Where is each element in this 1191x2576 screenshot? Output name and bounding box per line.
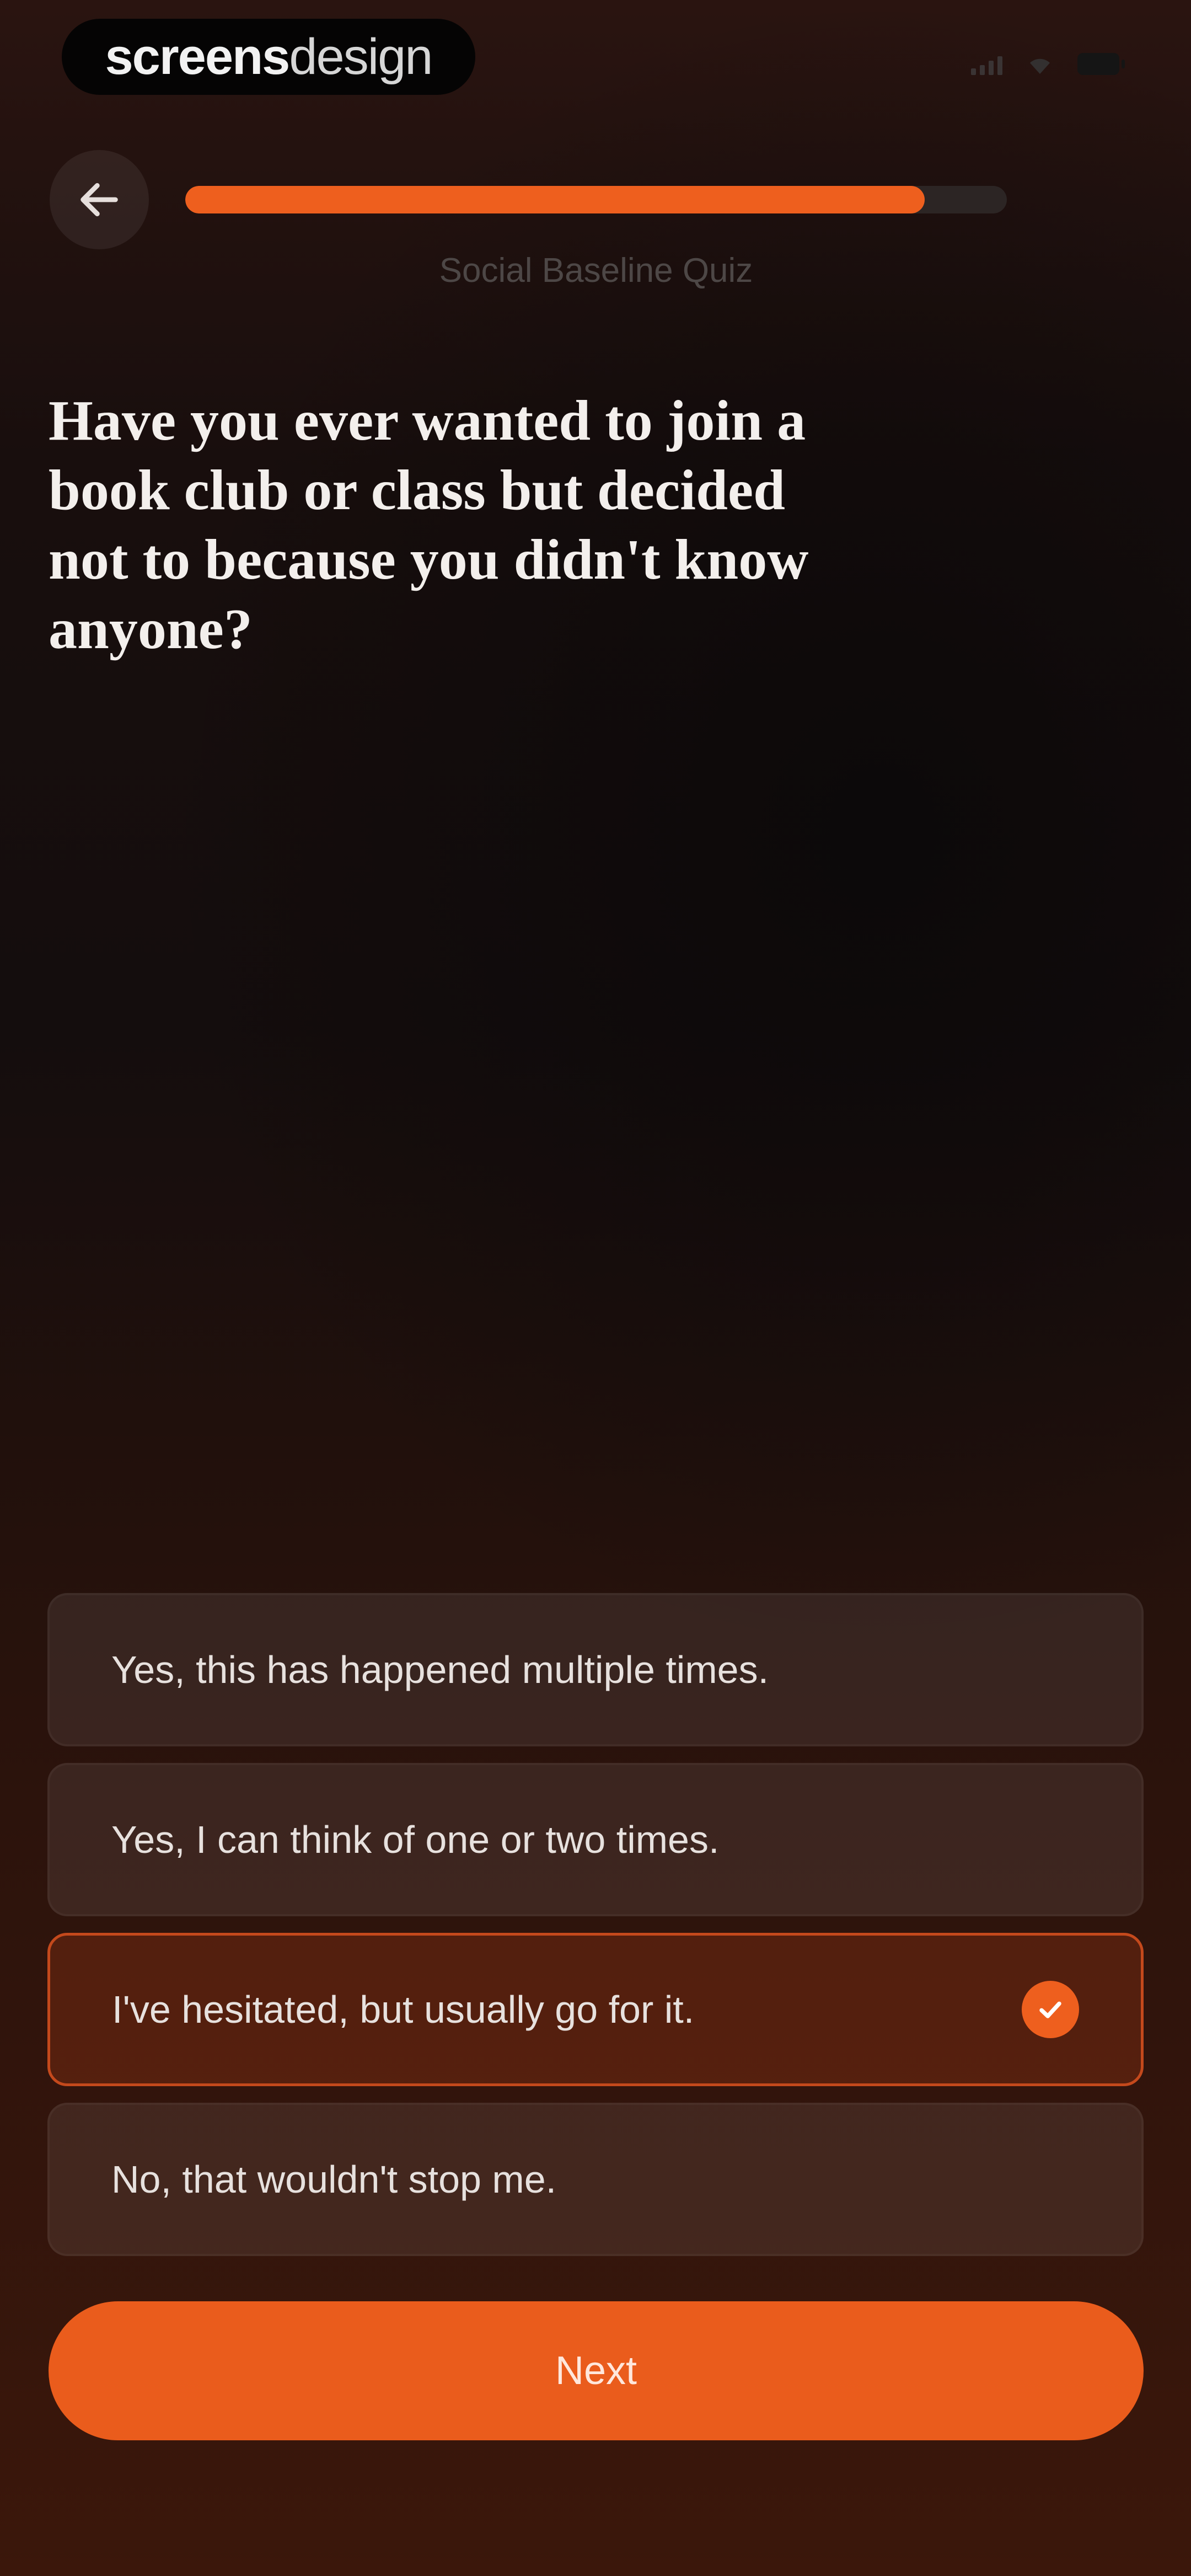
option-hesitated[interactable]: I've hesitated, but usually go for it. [47,1933,1144,2086]
status-icons [971,53,1125,75]
back-button[interactable] [50,150,149,249]
wifi-icon [1027,55,1053,75]
progress-bar-fill [185,186,925,213]
option-label: I've hesitated, but usually go for it. [112,1988,695,2031]
battery-icon [1077,53,1125,75]
brand-logo-bold: screens [105,28,291,85]
quiz-label: Social Baseline Quiz [439,252,753,290]
option-label: Yes, I can think of one or two times. [111,1818,720,1861]
next-button[interactable]: Next [49,2301,1144,2440]
option-label: No, that wouldn't stop me. [111,2158,557,2201]
brand-logo-light: design [289,28,433,85]
option-multiple-times[interactable]: Yes, this has happened multiple times. [47,1593,1144,1746]
quiz-screen: screensdesign Social Baseline Quiz Have … [0,0,1191,2576]
next-button-label: Next [555,2349,637,2393]
checkmark-circle-icon [1022,1981,1079,2038]
cellular-signal-icon [971,56,1002,75]
progress-bar [185,186,1007,213]
brand-logo: screensdesign [105,28,433,86]
arrow-left-icon [81,183,118,217]
option-would-not-stop-me[interactable]: No, that wouldn't stop me. [47,2103,1144,2256]
brand-badge: screensdesign [62,19,475,95]
question-text: Have you ever wanted to join a book club… [49,389,809,661]
answer-options: Yes, this has happened multiple times. Y… [47,1593,1144,2273]
option-one-or-two-times[interactable]: Yes, I can think of one or two times. [47,1763,1144,1916]
option-label: Yes, this has happened multiple times. [111,1648,769,1691]
